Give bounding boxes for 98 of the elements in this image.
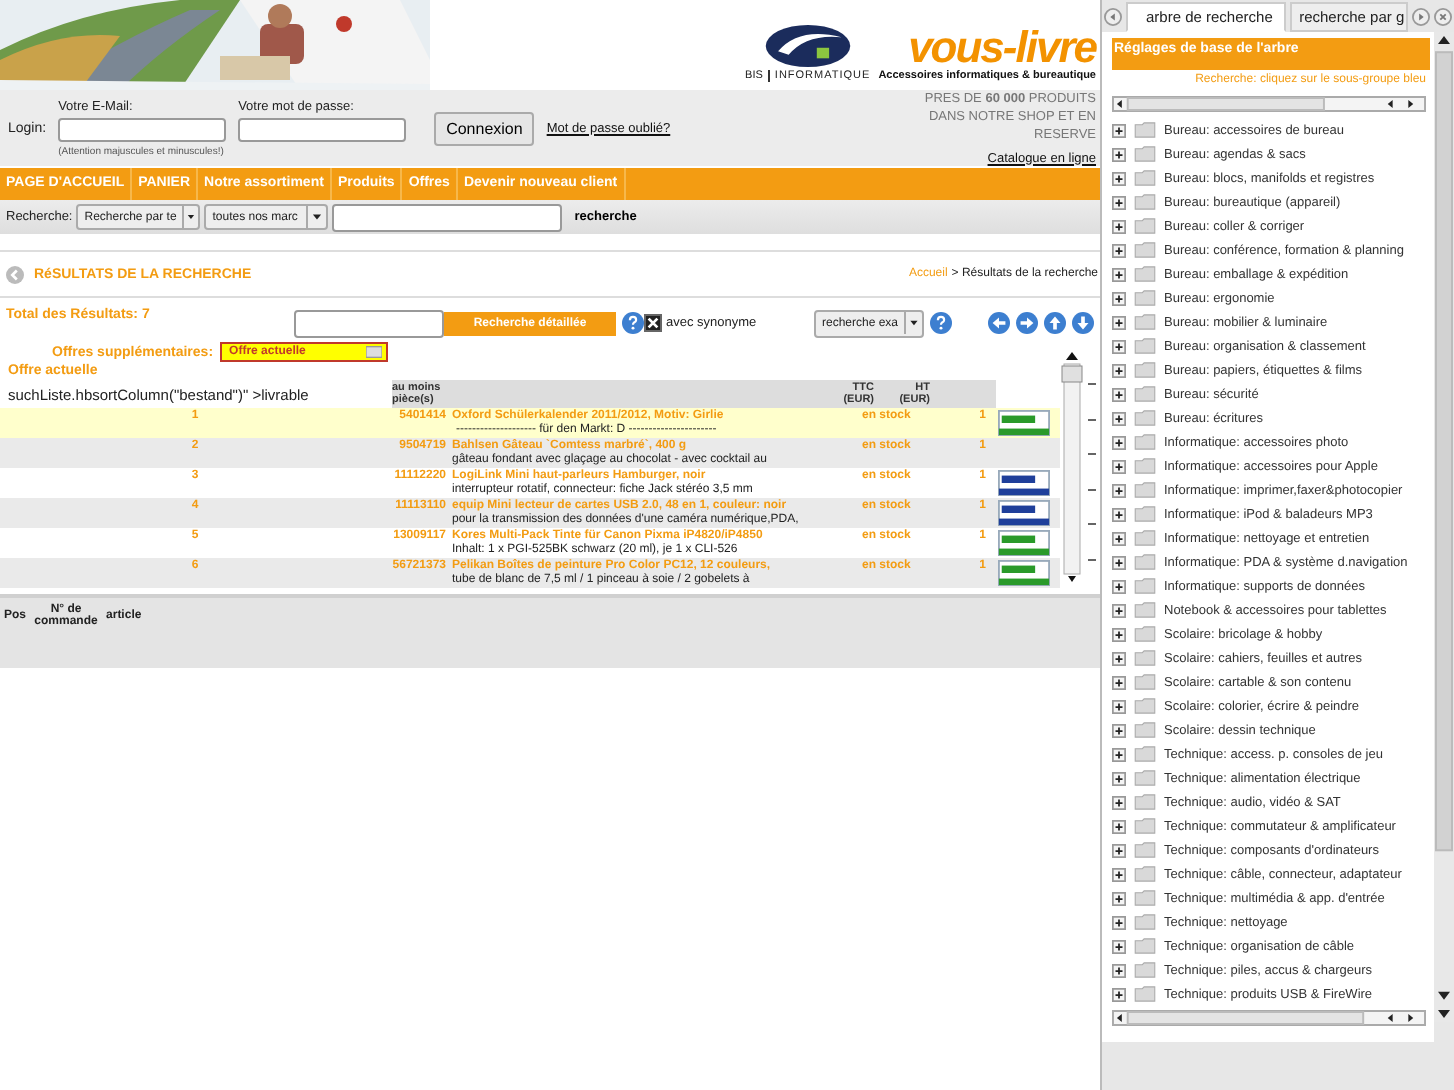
expand-icon[interactable] [1112, 171, 1126, 185]
expand-icon[interactable] [1112, 267, 1126, 281]
help-icon[interactable] [930, 312, 952, 334]
folder-icon [1134, 626, 1156, 642]
horizontal-scrollbar[interactable] [1112, 1010, 1426, 1026]
folder-icon [1134, 866, 1156, 882]
expand-icon[interactable] [1112, 219, 1126, 233]
password-field[interactable] [238, 117, 407, 141]
expand-icon[interactable] [1112, 555, 1126, 569]
expand-icon[interactable] [1112, 867, 1126, 881]
folder-icon [1134, 914, 1156, 930]
vertical-scrollbar[interactable] [1434, 32, 1454, 1022]
expand-icon[interactable] [1112, 819, 1126, 833]
expand-icon[interactable] [1112, 699, 1126, 713]
expand-icon[interactable] [1112, 195, 1126, 209]
scrollbar[interactable] [1060, 348, 1100, 584]
expand-icon[interactable] [1112, 579, 1126, 593]
expand-icon[interactable] [1112, 147, 1126, 161]
folder-icon [1134, 266, 1156, 282]
expand-icon[interactable] [1112, 747, 1126, 761]
folder-icon [1134, 722, 1156, 738]
search-field[interactable] [332, 203, 563, 231]
folder-icon [1134, 578, 1156, 594]
folder-icon [1134, 338, 1156, 354]
horizontal-scrollbar[interactable] [1112, 96, 1426, 112]
expand-icon[interactable] [1112, 531, 1126, 545]
folder-icon [1134, 362, 1156, 378]
expand-icon[interactable] [1112, 627, 1126, 641]
folder-icon [1134, 962, 1156, 978]
folder-icon [1134, 122, 1156, 138]
expand-icon[interactable] [1112, 891, 1126, 905]
folder-icon [1134, 482, 1156, 498]
expand-icon[interactable] [1112, 843, 1126, 857]
expand-icon[interactable] [1112, 291, 1126, 305]
expand-icon[interactable] [1112, 123, 1126, 137]
folder-icon [1134, 674, 1156, 690]
folder-icon [1134, 218, 1156, 234]
expand-icon[interactable] [1112, 603, 1126, 617]
expand-icon[interactable] [1112, 243, 1126, 257]
expand-icon[interactable] [1112, 483, 1126, 497]
expand-icon[interactable] [1112, 363, 1126, 377]
folder-icon [1134, 170, 1156, 186]
folder-icon [1134, 650, 1156, 666]
expand-icon[interactable] [1112, 771, 1126, 785]
folder-icon [1134, 938, 1156, 954]
dropdown-icon [182, 206, 199, 228]
folder-icon [1134, 434, 1156, 450]
scroll-left-icon[interactable] [1104, 7, 1122, 25]
folder-icon [1134, 794, 1156, 810]
folder-icon [1134, 410, 1156, 426]
expand-icon[interactable] [1112, 963, 1126, 977]
expand-icon[interactable] [1112, 675, 1126, 689]
folder-icon [1134, 818, 1156, 834]
expand-icon[interactable] [1112, 339, 1126, 353]
arrow-left-icon[interactable] [988, 312, 1010, 334]
expand-icon[interactable] [1112, 315, 1126, 329]
expand-icon[interactable] [1112, 651, 1126, 665]
folder-icon [1134, 146, 1156, 162]
arrow-down-icon[interactable] [1072, 312, 1094, 334]
folder-icon [1134, 986, 1156, 1002]
expand-icon[interactable] [1112, 411, 1126, 425]
scroll-right-icon[interactable] [1412, 7, 1430, 25]
folder-icon [1134, 290, 1156, 306]
folder-icon [1134, 698, 1156, 714]
folder-icon [1134, 890, 1156, 906]
help-icon[interactable] [622, 312, 644, 334]
folder-icon [1134, 554, 1156, 570]
expand-icon[interactable] [1112, 507, 1126, 521]
close-icon[interactable] [1434, 7, 1452, 25]
arrow-up-icon[interactable] [1044, 312, 1066, 334]
expand-icon[interactable] [1112, 387, 1126, 401]
folder-icon [1134, 842, 1156, 858]
email-field[interactable] [58, 117, 227, 141]
folder-icon [1134, 506, 1156, 522]
folder-icon [1134, 770, 1156, 786]
expand-icon[interactable] [1112, 795, 1126, 809]
expand-icon[interactable] [1112, 939, 1126, 953]
login-button[interactable]: Connexion [434, 111, 535, 145]
folder-icon [1134, 242, 1156, 258]
folder-icon [1134, 386, 1156, 402]
folder-icon [1134, 194, 1156, 210]
folder-icon [1134, 746, 1156, 762]
synonym-checkbox[interactable] [644, 314, 662, 332]
dropdown-icon [904, 312, 922, 334]
folder-icon [1134, 530, 1156, 546]
expand-icon[interactable] [1112, 987, 1126, 1001]
detail-search-field[interactable] [294, 309, 444, 337]
expand-icon[interactable] [1112, 723, 1126, 737]
expand-icon[interactable] [1112, 915, 1126, 929]
logo-icon [763, 22, 852, 70]
arrow-right-icon[interactable] [1016, 312, 1038, 334]
folder-icon [1134, 314, 1156, 330]
expand-icon[interactable] [1112, 435, 1126, 449]
expand-icon[interactable] [1112, 459, 1126, 473]
dropdown-icon [365, 346, 382, 358]
logo-title: vous-livre [908, 26, 1096, 70]
folder-icon [1134, 458, 1156, 474]
folder-icon [1134, 602, 1156, 618]
